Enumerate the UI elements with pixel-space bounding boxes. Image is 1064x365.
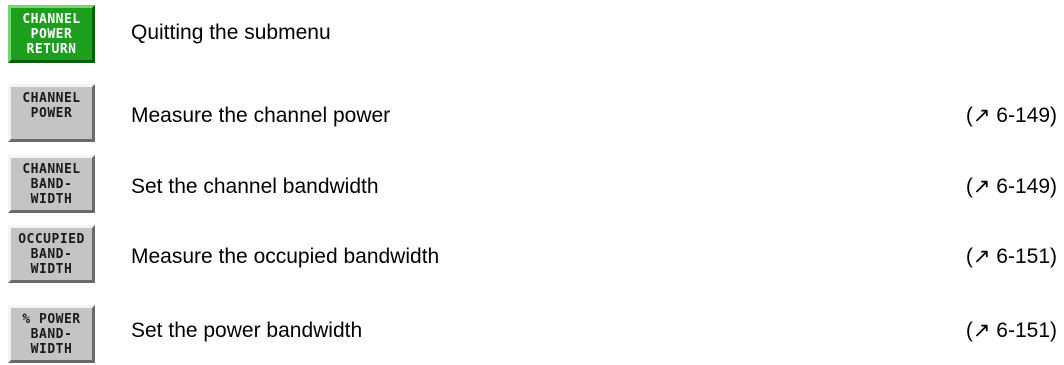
softkey-description: Measure the occupied bandwidth	[131, 245, 440, 268]
softkey-label-line: CHANNEL	[22, 91, 81, 106]
softkey-label-line: WIDTH	[30, 191, 73, 207]
page-reference: (↗ 6-151)	[965, 245, 1057, 268]
page-reference: (↗ 6-149)	[965, 175, 1057, 198]
softkey-label-line: POWER	[30, 106, 73, 121]
softkey-label-line: CHANNEL	[22, 161, 81, 177]
softkey-label-line: RETURN	[26, 41, 77, 57]
softkey-label-line: POWER	[30, 26, 73, 42]
softkey-label-line: WIDTH	[30, 341, 73, 357]
softkey-label-line: BAND-	[30, 246, 73, 262]
softkey-row-power-bandwidth: % POWER BAND- WIDTH Set the power bandwi…	[0, 305, 1064, 365]
power-bandwidth-softkey[interactable]: % POWER BAND- WIDTH	[8, 305, 95, 363]
softkey-label-line: CHANNEL	[22, 11, 81, 27]
softkey-row-channel-power: CHANNEL POWER Measure the channel power …	[0, 84, 1064, 144]
softkey-description: Measure the channel power	[131, 104, 391, 127]
softkey-description: Set the channel bandwidth	[131, 175, 379, 198]
softkey-label-line: WIDTH	[30, 261, 73, 277]
channel-power-softkey[interactable]: CHANNEL POWER	[8, 84, 95, 142]
channel-power-return-softkey[interactable]: CHANNEL POWER RETURN	[8, 5, 95, 63]
channel-bandwidth-softkey[interactable]: CHANNEL BAND- WIDTH	[8, 155, 95, 213]
softkey-label-line: OCCUPIED	[18, 231, 85, 247]
softkey-description: Set the power bandwidth	[131, 319, 363, 342]
softkey-row-occupied-bandwidth: OCCUPIED BAND- WIDTH Measure the occupie…	[0, 225, 1064, 285]
softkey-row-channel-bandwidth: CHANNEL BAND- WIDTH Set the channel band…	[0, 155, 1064, 215]
page-reference: (↗ 6-151)	[965, 319, 1057, 342]
page-reference: (↗ 6-149)	[965, 104, 1057, 127]
softkey-row-channel-power-return: CHANNEL POWER RETURN Quitting the submen…	[0, 5, 1064, 65]
softkey-label-line: % POWER	[22, 311, 81, 327]
softkey-description: Quitting the submenu	[131, 21, 331, 44]
softkey-label-line: BAND-	[30, 176, 73, 192]
softkey-label-line: BAND-	[30, 326, 73, 342]
occupied-bandwidth-softkey[interactable]: OCCUPIED BAND- WIDTH	[8, 225, 95, 283]
